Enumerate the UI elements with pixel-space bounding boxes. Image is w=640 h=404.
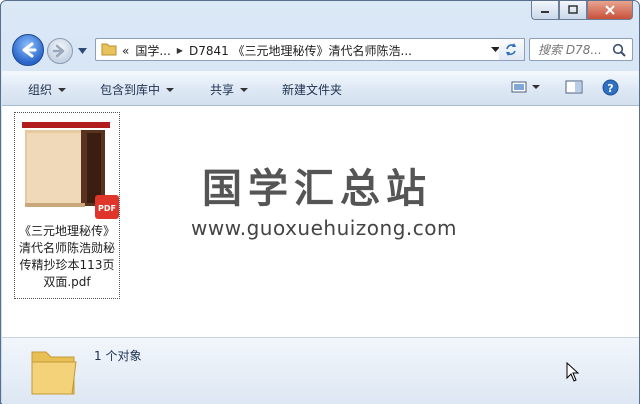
svg-text:?: ? [607,82,613,95]
organize-label: 组织 [28,83,53,97]
dropdown-arrow-icon [240,87,249,92]
back-button[interactable] [12,34,44,66]
dropdown-arrow-icon [58,87,67,92]
include-library-label: 包含到库中 [100,83,161,97]
new-folder-label: 新建文件夹 [282,83,343,97]
arrow-left-icon [22,42,37,58]
organize-menu[interactable]: 组织 [28,81,67,98]
breadcrumb-item-guoxue[interactable]: 国学... [135,42,170,59]
arrow-right-icon [52,44,65,58]
share-label: 共享 [210,83,235,97]
view-options-button[interactable] [510,79,540,95]
include-library-menu[interactable]: 包含到库中 [100,81,175,98]
forward-button[interactable] [47,38,73,64]
caption-buttons [531,1,633,20]
breadcrumb-separator-icon[interactable]: ▶ [177,46,183,55]
search-input[interactable] [536,41,616,59]
new-folder-button[interactable]: 新建文件夹 [282,81,342,98]
watermark-url: www.guoxuehuizong.com [191,216,457,240]
pdf-badge-icon: PDF [95,195,119,219]
minimize-icon [541,11,549,13]
breadcrumb-item-current[interactable]: D7841 《三元地理秘传》清代名师陈浩... [189,42,412,59]
help-icon[interactable]: ? [602,79,619,96]
preview-pane-icon[interactable] [565,79,583,95]
folder-large-icon [31,351,77,395]
details-pane: 1 个对象 [2,337,639,404]
maximize-button[interactable] [559,1,587,20]
maximize-icon [568,5,578,14]
breadcrumb-overflow[interactable]: « [122,44,129,58]
refresh-button[interactable] [499,38,525,61]
pdf-badge-text: PDF [98,204,116,213]
recent-pages-icon[interactable] [78,47,87,55]
dropdown-arrow-icon [166,87,175,92]
mouse-cursor-icon [566,362,580,382]
file-name: 《三元地理秘传》清代名师陈浩勋秘传精抄珍本113页双面.pdf [18,224,115,289]
item-count: 1 个对象 [94,349,142,363]
close-button[interactable] [587,1,633,20]
watermark-title: 国学汇总站 [202,166,432,212]
search-icon[interactable] [612,43,626,57]
breadcrumb: « 国学... ▶ D7841 《三元地理秘传》清代名师陈浩... [122,42,412,59]
close-icon [605,5,615,15]
explorer-window: « 国学... ▶ D7841 《三元地理秘传》清代名师陈浩... 组织 包含到… [0,0,640,404]
refresh-icon [506,43,516,56]
search-box[interactable] [529,38,633,61]
share-menu[interactable]: 共享 [210,81,249,98]
folder-icon [101,43,117,56]
command-bar: 组织 包含到库中 共享 新建文件夹 ? [2,71,639,106]
address-bar[interactable]: « 国学... ▶ D7841 《三元地理秘传》清代名师陈浩... [95,38,525,61]
file-list-area[interactable]: PDF 《三元地理秘传》清代名师陈浩勋秘传精抄珍本113页双面.pdf 国学汇总… [2,106,639,337]
minimize-button[interactable] [531,1,559,20]
file-item[interactable]: PDF 《三元地理秘传》清代名师陈浩勋秘传精抄珍本113页双面.pdf [14,112,120,299]
